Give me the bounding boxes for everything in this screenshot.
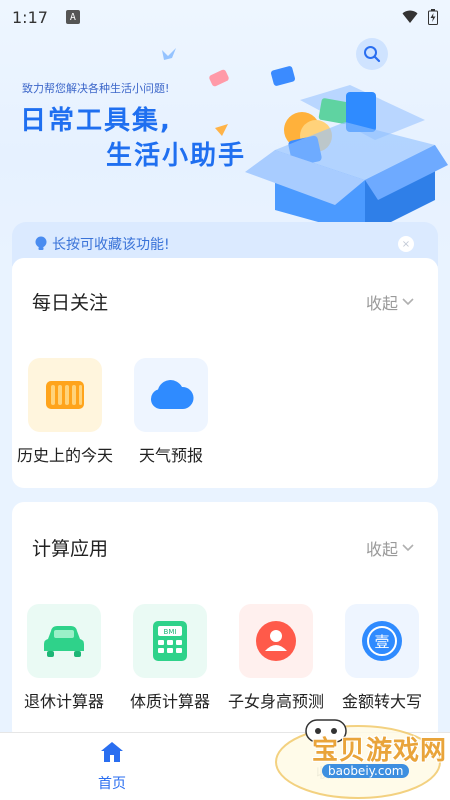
- watermark-url: baobeiy.com: [322, 764, 410, 778]
- calc-section-title: 计算应用: [32, 538, 109, 560]
- status-time: 1:17: [12, 7, 48, 27]
- toolbox-illustration: [162, 48, 448, 235]
- bmi-text: BMI: [164, 628, 177, 636]
- calc-section: 计算应用 收起 退休计算器 BMI 体质计算器 子女身高预测 壹 金额转大写: [12, 502, 438, 742]
- calc-collapse-label: 收起: [365, 540, 398, 559]
- tool-tile: BMI: [133, 604, 207, 678]
- chevron-down-icon: [402, 298, 414, 306]
- tool-label: 金额转大写: [341, 692, 422, 711]
- cloud-icon: [150, 380, 194, 409]
- tool-bmi[interactable]: BMI 体质计算器: [120, 604, 220, 712]
- tool-tile: 壹: [345, 604, 419, 678]
- tool-label: 体质计算器: [129, 692, 210, 711]
- notification-a-icon: A: [65, 10, 80, 24]
- status-bar: 1:17 A: [0, 0, 450, 34]
- tip-text: 长按可收藏该功能!: [52, 237, 170, 253]
- tool-retirement[interactable]: 退休计算器: [14, 604, 114, 712]
- tool-history-today[interactable]: 历史上的今天: [15, 358, 115, 466]
- yuan-text: 壹: [374, 633, 389, 651]
- nav-home-label: 首页: [98, 776, 126, 792]
- tool-tile: [27, 604, 101, 678]
- lightbulb-icon: [35, 236, 47, 250]
- wifi-icon: [402, 10, 418, 23]
- bmi-calculator-icon: BMI: [153, 621, 187, 661]
- daily-collapse-label: 收起: [365, 294, 398, 313]
- scroll-icon: [46, 381, 84, 409]
- battery-icon: [428, 9, 438, 25]
- car-icon: [44, 626, 84, 657]
- tool-amount-upper[interactable]: 壹 金额转大写: [332, 604, 432, 712]
- tool-tile: [239, 604, 313, 678]
- home-icon: [101, 742, 123, 762]
- close-icon: ×: [401, 238, 411, 250]
- daily-section-title: 每日关注: [32, 292, 109, 314]
- calc-collapse-button[interactable]: 收起: [366, 536, 414, 560]
- person-icon: [256, 621, 296, 661]
- watermark-title: 宝贝游戏网: [312, 736, 448, 766]
- daily-collapse-button[interactable]: 收起: [366, 290, 414, 314]
- tool-label: 天气预报: [138, 446, 203, 465]
- tool-label: 退休计算器: [23, 692, 104, 711]
- hero-subtitle: 致力帮您解决各种生活小问题!: [22, 82, 170, 95]
- yuan-convert-icon: 壹: [362, 621, 402, 661]
- tool-child-height[interactable]: 子女身高预测: [226, 604, 326, 712]
- tool-weather[interactable]: 天气预报: [121, 358, 221, 466]
- tool-label: 子女身高预测: [227, 692, 324, 711]
- tool-tile: [28, 358, 102, 432]
- chevron-down-icon: [402, 544, 414, 552]
- daily-section: 每日关注 收起 历史上的今天 天气预报: [12, 258, 438, 488]
- nav-home[interactable]: 首页: [86, 741, 138, 793]
- tool-label: 历史上的今天: [16, 446, 113, 465]
- tool-tile: [134, 358, 208, 432]
- watermark-logo: 宝贝游戏网 baobeiy.com: [270, 718, 450, 800]
- tip-close-button[interactable]: ×: [398, 236, 414, 252]
